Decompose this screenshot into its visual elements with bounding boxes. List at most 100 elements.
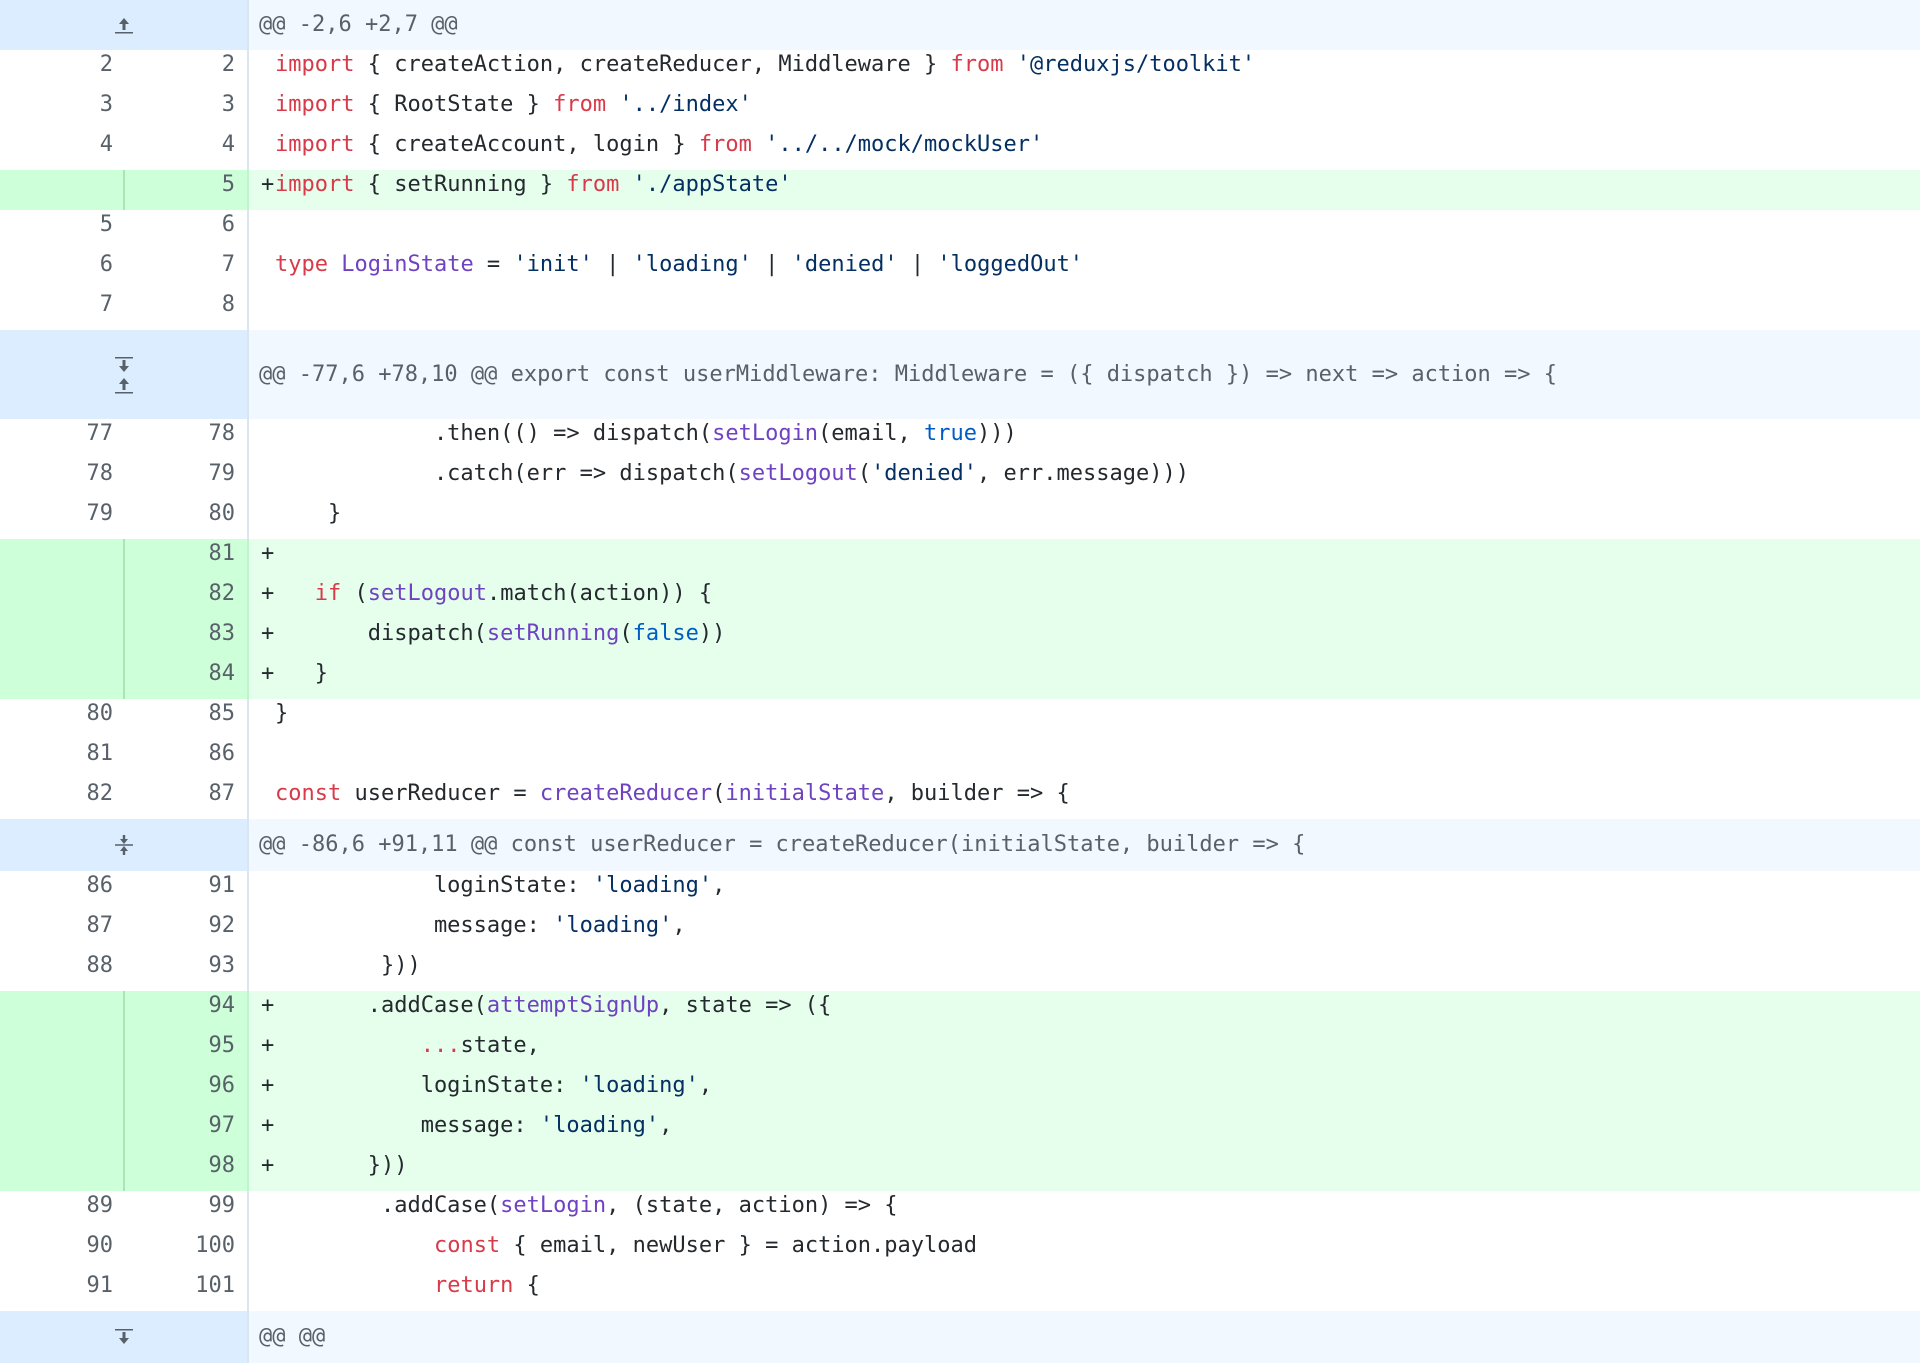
old-line-number[interactable]: 2 <box>0 50 125 90</box>
code-token: './appState' <box>632 172 792 197</box>
new-line-number[interactable]: 3 <box>125 90 249 130</box>
old-line-number[interactable] <box>0 1111 125 1151</box>
code-token: { <box>513 1273 540 1298</box>
new-line-number[interactable]: 2 <box>125 50 249 90</box>
old-line-number[interactable]: 3 <box>0 90 125 130</box>
new-line-number[interactable]: 85 <box>125 699 249 739</box>
new-line-number[interactable]: 96 <box>125 1071 249 1111</box>
new-line-number[interactable]: 101 <box>125 1271 249 1311</box>
new-line-number[interactable]: 78 <box>125 419 249 459</box>
expand-down-icon[interactable] <box>112 1327 136 1347</box>
new-line-number[interactable]: 5 <box>125 170 249 210</box>
code-token: from <box>950 52 1004 77</box>
new-line-number[interactable]: 95 <box>125 1031 249 1071</box>
expand-up-icon[interactable] <box>112 375 136 395</box>
code-token: , builder => { <box>884 781 1070 806</box>
old-line-number[interactable]: 91 <box>0 1271 125 1311</box>
code-token: } <box>275 701 289 726</box>
code-token: , <box>712 873 726 898</box>
old-line-number[interactable] <box>0 539 125 579</box>
new-line-number[interactable]: 92 <box>125 911 249 951</box>
old-line-number[interactable] <box>0 1031 125 1071</box>
context-line: 87 92 message: 'loading', <box>0 911 1920 951</box>
new-line-number[interactable]: 86 <box>125 739 249 779</box>
context-line: 90 100 const { email, newUser } = action.… <box>0 1231 1920 1271</box>
new-line-number[interactable]: 87 <box>125 779 249 819</box>
new-line-number[interactable]: 7 <box>125 250 249 290</box>
old-line-number[interactable] <box>0 170 125 210</box>
new-line-number[interactable]: 8 <box>125 290 249 330</box>
new-line-number[interactable]: 94 <box>125 991 249 1031</box>
expand-up-icon[interactable] <box>112 15 136 35</box>
code-token: ( <box>712 781 726 806</box>
old-line-number[interactable]: 89 <box>0 1191 125 1231</box>
code-line: + ...state, <box>249 1031 1920 1071</box>
code-token: setLogout <box>367 581 487 606</box>
old-line-number[interactable] <box>0 579 125 619</box>
old-line-number[interactable]: 87 <box>0 911 125 951</box>
new-line-number[interactable]: 83 <box>125 619 249 659</box>
hunk-expander[interactable] <box>0 330 249 419</box>
old-line-number[interactable]: 78 <box>0 459 125 499</box>
code-line: loginState: 'loading', <box>249 871 1920 911</box>
old-line-number[interactable]: 7 <box>0 290 125 330</box>
old-line-number[interactable] <box>0 1151 125 1191</box>
old-line-number[interactable]: 4 <box>0 130 125 170</box>
new-line-number[interactable]: 81 <box>125 539 249 579</box>
hunk-expander[interactable] <box>0 1311 249 1363</box>
new-line-number[interactable]: 80 <box>125 499 249 539</box>
old-line-number[interactable]: 77 <box>0 419 125 459</box>
new-line-number[interactable]: 4 <box>125 130 249 170</box>
code-token: setLogin <box>712 421 819 446</box>
context-line: 79 80 } <box>0 499 1920 539</box>
code-token: , <box>659 1113 673 1138</box>
old-line-number[interactable] <box>0 659 125 699</box>
code-token: .addCase( <box>275 993 487 1018</box>
new-line-number[interactable]: 6 <box>125 210 249 250</box>
new-line-number[interactable]: 79 <box>125 459 249 499</box>
old-line-number[interactable]: 90 <box>0 1231 125 1271</box>
old-line-number[interactable] <box>0 619 125 659</box>
hunk-header-row: @@ -77,6 +78,10 @@ export const userMidd… <box>0 330 1920 419</box>
new-line-number[interactable]: 99 <box>125 1191 249 1231</box>
old-line-number[interactable]: 80 <box>0 699 125 739</box>
context-line: 91 101 return { <box>0 1271 1920 1311</box>
new-line-number[interactable]: 97 <box>125 1111 249 1151</box>
code-token: })) <box>275 1153 408 1178</box>
code-line: } <box>249 499 1920 539</box>
new-line-number[interactable]: 98 <box>125 1151 249 1191</box>
added-line: 95 + ...state, <box>0 1031 1920 1071</box>
new-line-number[interactable]: 100 <box>125 1231 249 1271</box>
code-line: .addCase(setLogin, (state, action) => { <box>249 1191 1920 1231</box>
old-line-number[interactable]: 88 <box>0 951 125 991</box>
code-token: .match(action)) { <box>486 581 713 606</box>
new-line-number[interactable]: 84 <box>125 659 249 699</box>
code-token: )) <box>698 621 726 646</box>
code-line: + loginState: 'loading', <box>249 1071 1920 1111</box>
code-line: })) <box>249 951 1920 991</box>
hunk-expander[interactable] <box>0 819 249 871</box>
old-line-number[interactable]: 81 <box>0 739 125 779</box>
code-token: loginState: <box>275 873 593 898</box>
hunk-header-row: @@ -86,6 +91,11 @@ const userReducer = c… <box>0 819 1920 871</box>
hunk-expander[interactable] <box>0 0 249 50</box>
code-token: .then(() => dispatch( <box>275 421 713 446</box>
code-token: 'denied' <box>871 461 978 486</box>
collapse-icon[interactable] <box>112 835 136 855</box>
new-line-number[interactable]: 91 <box>125 871 249 911</box>
new-line-number[interactable]: 82 <box>125 579 249 619</box>
hunk-header-text: @@ -86,6 +91,11 @@ const userReducer = c… <box>259 832 1306 857</box>
old-line-number[interactable] <box>0 991 125 1031</box>
expand-down-icon[interactable] <box>112 355 136 375</box>
old-line-number[interactable] <box>0 1071 125 1111</box>
new-line-number[interactable]: 93 <box>125 951 249 991</box>
old-line-number[interactable]: 79 <box>0 499 125 539</box>
old-line-number[interactable]: 82 <box>0 779 125 819</box>
old-line-number[interactable]: 86 <box>0 871 125 911</box>
addition-marker: + <box>261 993 275 1018</box>
old-line-number[interactable]: 6 <box>0 250 125 290</box>
diff-view: @@ -2,6 +2,7 @@ 2 2 import { createAction, … <box>0 0 1920 1363</box>
old-line-number[interactable]: 5 <box>0 210 125 250</box>
